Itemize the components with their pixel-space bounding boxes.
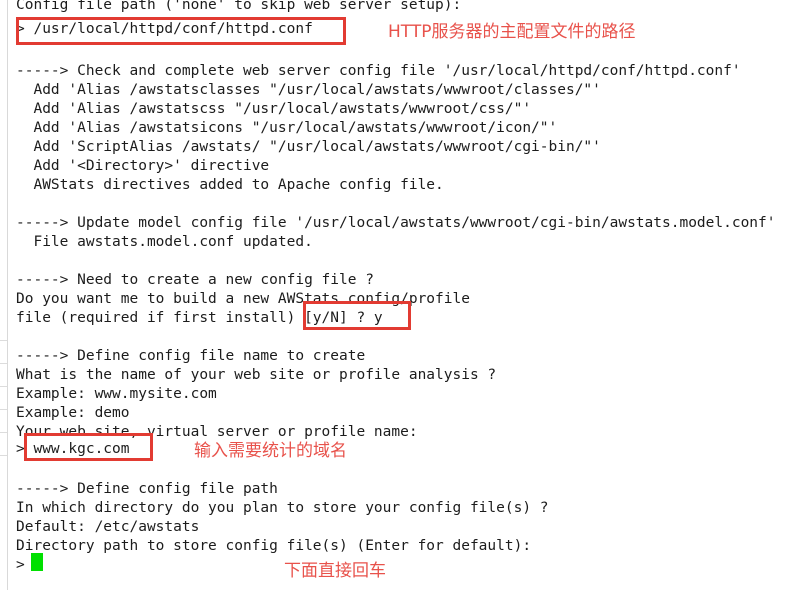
terminal-line: Example: www.mysite.com bbox=[16, 386, 217, 402]
terminal-line: AWStats directives added to Apache confi… bbox=[16, 177, 444, 193]
terminal-line: > www.kgc.com bbox=[16, 441, 130, 457]
terminal-line: > bbox=[16, 557, 25, 573]
terminal-line: Add '<Directory>' directive bbox=[16, 158, 270, 174]
terminal-line: What is the name of your web site or pro… bbox=[16, 367, 497, 383]
terminal-line: Do you want me to build a new AWStats co… bbox=[16, 291, 470, 307]
terminal-line: -----> Define config file path bbox=[16, 481, 278, 497]
terminal-line: -----> Need to create a new config file … bbox=[16, 272, 374, 288]
terminal-line: File awstats.model.conf updated. bbox=[16, 234, 313, 250]
terminal-line: Add 'ScriptAlias /awstats/ "/usr/local/a… bbox=[16, 139, 601, 155]
terminal-line: -----> Check and complete web server con… bbox=[16, 63, 741, 79]
terminal-line: > /usr/local/httpd/conf/httpd.conf bbox=[16, 21, 313, 37]
block-cursor bbox=[31, 553, 43, 571]
terminal-line: Example: demo bbox=[16, 405, 130, 421]
terminal-line: Directory path to store config file(s) (… bbox=[16, 538, 532, 554]
terminal-line: file (required if first install) [y/N] ?… bbox=[16, 310, 383, 326]
annotation-domain-name: 输入需要统计的域名 bbox=[194, 441, 347, 461]
terminal-line: Add 'Alias /awstatsclasses "/usr/local/a… bbox=[16, 82, 601, 98]
terminal-line: Add 'Alias /awstatsicons "/usr/local/aws… bbox=[16, 120, 558, 136]
terminal-line: -----> Update model config file '/usr/lo… bbox=[16, 215, 776, 231]
terminal-line: Add 'Alias /awstatscss "/usr/local/awsta… bbox=[16, 101, 532, 117]
terminal-line: Default: /etc/awstats bbox=[16, 519, 200, 535]
terminal-screenshot: Config file path ('none' to skip web ser… bbox=[0, 0, 797, 590]
terminal-line: Config file path ('none' to skip web ser… bbox=[16, 0, 462, 13]
annotation-httpd-conf-path: HTTP服务器的主配置文件的路径 bbox=[388, 22, 636, 42]
annotation-press-enter: 下面直接回车 bbox=[284, 561, 386, 581]
terminal-output[interactable]: Config file path ('none' to skip web ser… bbox=[0, 0, 797, 590]
terminal-line: -----> Define config file name to create bbox=[16, 348, 366, 364]
terminal-line: In which directory do you plan to store … bbox=[16, 500, 549, 516]
